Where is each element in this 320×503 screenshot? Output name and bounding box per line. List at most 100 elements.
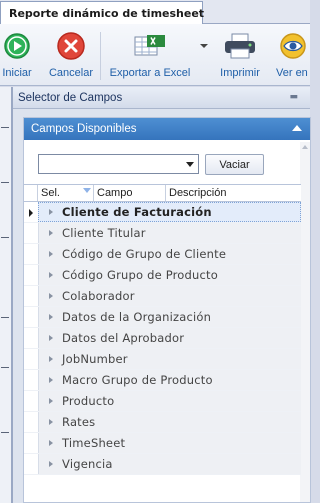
- column-header-label: Descripción: [169, 187, 227, 199]
- group-row-cell[interactable]: Cliente Titular: [38, 223, 301, 243]
- row-indicator: [24, 433, 38, 453]
- tab-strip: Reporte dinámico de timesheet: [0, 0, 310, 24]
- expand-icon[interactable]: [49, 440, 53, 446]
- table-row[interactable]: Colaborador: [24, 286, 301, 307]
- table-row[interactable]: Producto: [24, 391, 301, 412]
- fields-grid: Sel. Campo Descripción Cliente de Factur…: [24, 184, 301, 475]
- table-row[interactable]: Vigencia: [24, 454, 301, 475]
- pin-icon[interactable]: ▬: [289, 92, 298, 102]
- group-row-cell[interactable]: Código Grupo de Producto: [38, 265, 301, 285]
- cancel-button[interactable]: Cancelar: [46, 24, 96, 86]
- grid-rows: Cliente de Facturación Cliente Titular Cód…: [24, 202, 301, 475]
- grid-header: Sel. Campo Descripción: [24, 184, 301, 202]
- group-title: Campos Disponibles: [31, 123, 137, 135]
- field-name: Vigencia: [62, 457, 113, 471]
- table-row[interactable]: TimeSheet: [24, 433, 301, 454]
- expand-icon[interactable]: [49, 356, 53, 362]
- group-row-cell[interactable]: JobNumber: [38, 349, 301, 369]
- group-row-cell[interactable]: Cliente de Facturación: [38, 202, 301, 222]
- row-indicator: [24, 370, 38, 390]
- group-row-cell[interactable]: Datos del Aprobador: [38, 328, 301, 348]
- table-row[interactable]: Cliente Titular: [24, 223, 301, 244]
- export-dropdown-button[interactable]: [198, 24, 210, 86]
- expand-icon[interactable]: [49, 314, 53, 320]
- group-row-cell[interactable]: TimeSheet: [38, 433, 301, 453]
- table-row[interactable]: JobNumber: [24, 349, 301, 370]
- start-button[interactable]: Iniciar: [0, 24, 34, 86]
- print-button[interactable]: Imprimir: [214, 24, 266, 86]
- export-excel-label: Exportar a Excel: [109, 67, 191, 79]
- toolbar-separator: [100, 32, 101, 80]
- expand-icon[interactable]: [49, 251, 53, 257]
- expand-icon[interactable]: [49, 230, 53, 236]
- scroll-up-icon[interactable]: [302, 145, 308, 149]
- table-row[interactable]: Código de Grupo de Cliente: [24, 244, 301, 265]
- clear-button[interactable]: Vaciar: [205, 154, 264, 175]
- dock-mark: [1, 317, 9, 318]
- expand-icon[interactable]: [49, 293, 53, 299]
- toolbar: Iniciar Cancelar Exportar a Excel Imprim…: [0, 24, 310, 86]
- row-indicator: [24, 391, 38, 411]
- report-tab[interactable]: Reporte dinámico de timesheet: [0, 1, 205, 24]
- row-indicator: [24, 223, 38, 243]
- table-row[interactable]: Datos del Aprobador: [24, 328, 301, 349]
- field-name: Colaborador: [62, 289, 135, 303]
- row-indicator: [24, 265, 38, 285]
- printer-icon: [225, 33, 255, 59]
- field-name: Cliente de Facturación: [62, 205, 212, 219]
- column-header-sel[interactable]: Sel.: [38, 185, 94, 201]
- row-indicator: [24, 454, 38, 474]
- chevron-down-icon[interactable]: [186, 162, 194, 167]
- dock-mark: [1, 127, 9, 128]
- collapse-icon[interactable]: [292, 125, 302, 131]
- table-row[interactable]: Macro Grupo de Producto: [24, 370, 301, 391]
- group-row-cell[interactable]: Producto: [38, 391, 301, 411]
- group-row-cell[interactable]: Rates: [38, 412, 301, 432]
- tab-title: Reporte dinámico de timesheet: [9, 6, 205, 20]
- cancel-icon: [57, 32, 85, 60]
- expand-icon[interactable]: [49, 377, 53, 383]
- expand-icon[interactable]: [49, 209, 53, 215]
- row-indicator: [24, 202, 38, 222]
- left-dock-strip: [0, 87, 12, 503]
- field-name: TimeSheet: [62, 436, 126, 450]
- table-row[interactable]: Datos de la Organización: [24, 307, 301, 328]
- expand-icon[interactable]: [49, 398, 53, 404]
- group-header[interactable]: Campos Disponibles: [24, 118, 310, 140]
- eye-icon: [280, 33, 306, 59]
- filter-combobox[interactable]: [38, 154, 199, 174]
- filter-icon[interactable]: [83, 188, 91, 193]
- column-header-label: Campo: [97, 187, 133, 199]
- row-indicator: [24, 307, 38, 327]
- table-row[interactable]: Código Grupo de Producto: [24, 265, 301, 286]
- expand-icon[interactable]: [49, 335, 53, 341]
- field-name: Producto: [62, 394, 115, 408]
- field-name: Código Grupo de Producto: [62, 268, 219, 282]
- available-fields-group: Campos Disponibles Vaciar Sel. Campo Des…: [23, 117, 311, 503]
- expand-icon[interactable]: [49, 272, 53, 278]
- export-excel-button[interactable]: Exportar a Excel: [106, 24, 194, 86]
- print-label: Imprimir: [220, 67, 260, 79]
- column-header-campo[interactable]: Campo: [94, 185, 166, 201]
- table-row[interactable]: Cliente de Facturación: [24, 202, 301, 223]
- group-row-cell[interactable]: Código de Grupo de Cliente: [38, 244, 301, 264]
- group-row-cell[interactable]: Macro Grupo de Producto: [38, 370, 301, 390]
- field-name: Cliente Titular: [62, 226, 146, 240]
- row-indicator: [24, 328, 38, 348]
- field-name: Datos del Aprobador: [62, 331, 185, 345]
- row-indicator: [24, 286, 38, 306]
- dock-mark: [1, 367, 9, 368]
- field-name: JobNumber: [62, 352, 128, 366]
- table-row[interactable]: Rates: [24, 412, 301, 433]
- view-in-button[interactable]: Ver en: [276, 24, 316, 86]
- vertical-scrollbar[interactable]: [300, 142, 310, 502]
- field-name: Macro Grupo de Producto: [62, 373, 213, 387]
- view-in-label: Ver en: [276, 67, 308, 79]
- field-name: Rates: [62, 415, 96, 429]
- column-header-descripcion[interactable]: Descripción: [166, 185, 301, 201]
- expand-icon[interactable]: [49, 461, 53, 467]
- expand-icon[interactable]: [49, 419, 53, 425]
- group-row-cell[interactable]: Datos de la Organización: [38, 307, 301, 327]
- group-row-cell[interactable]: Colaborador: [38, 286, 301, 306]
- group-row-cell[interactable]: Vigencia: [38, 454, 301, 474]
